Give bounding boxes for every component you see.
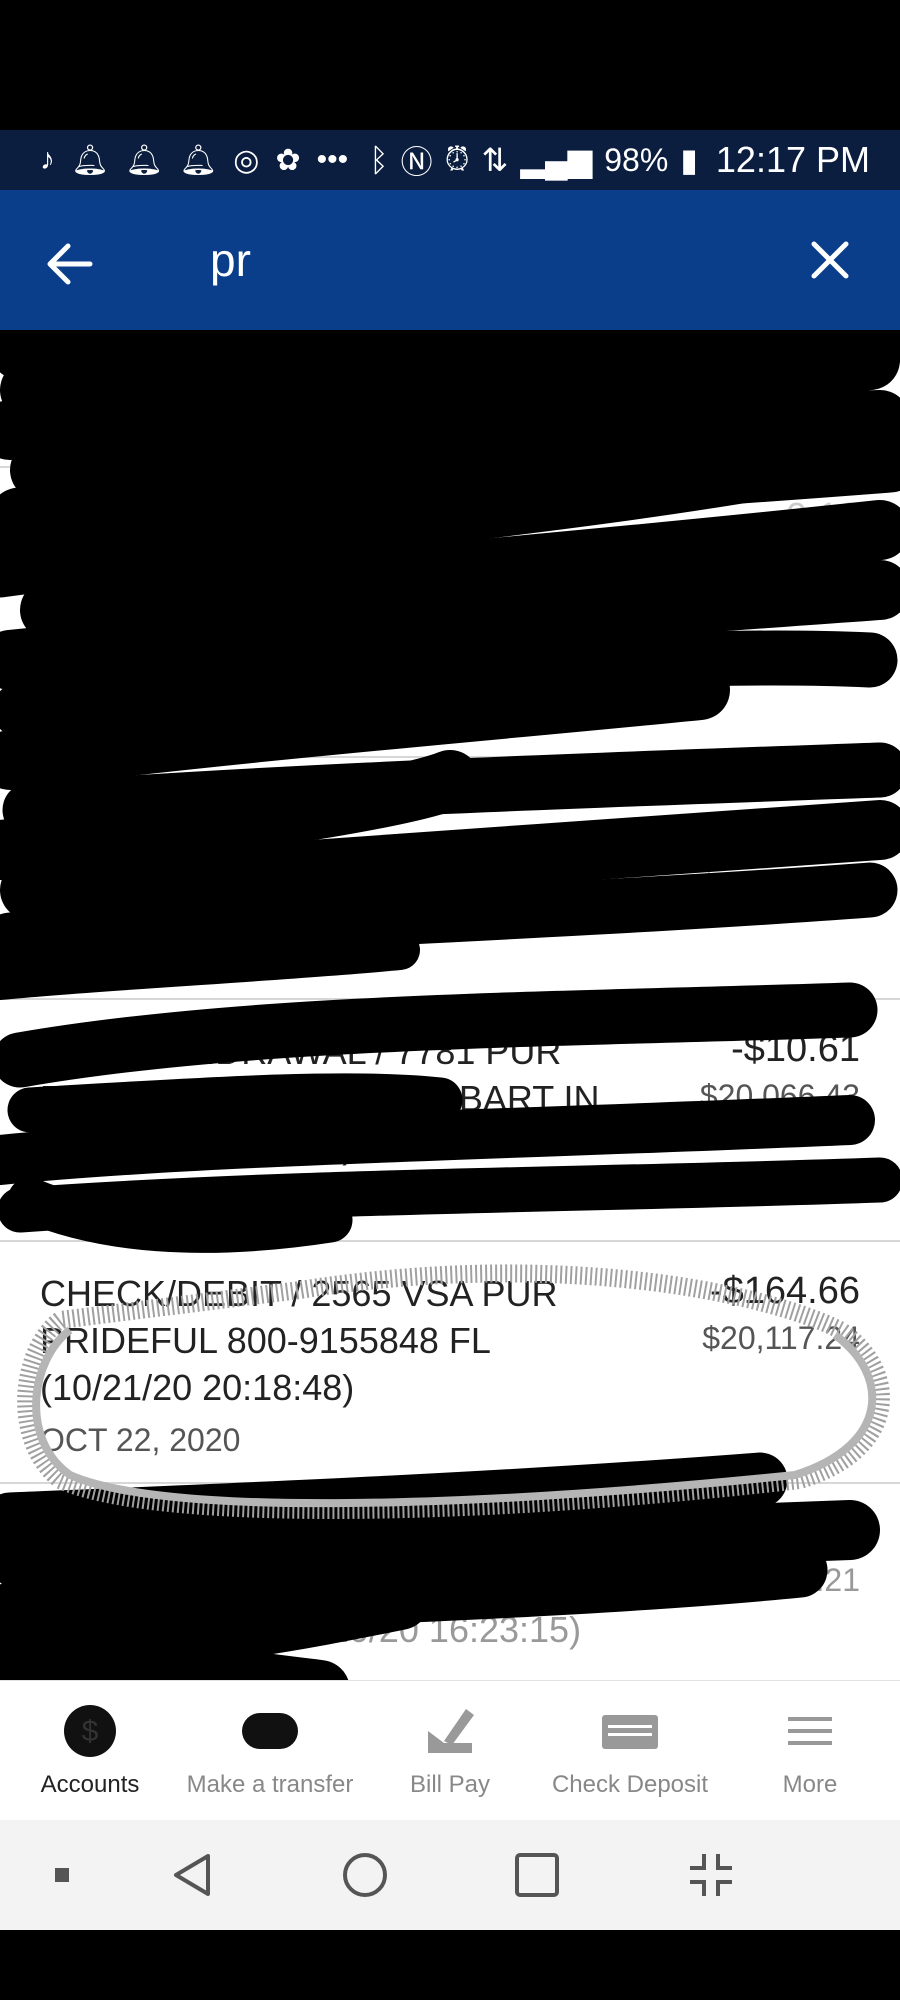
transaction-row-redacted[interactable]: $19,903.59 OCT 26, 2020 (0, 758, 900, 1000)
more-notifications-icon: ••• (316, 143, 349, 176)
transaction-row[interactable]: CHECK/DEBIT / 2565 VSA PUR PRIDEFUL 800-… (0, 1242, 900, 1484)
alarm-icon: ⏰︎ (444, 141, 470, 177)
home-circle-icon[interactable] (340, 1850, 390, 1900)
bluetooth-icon: ᛒ (369, 141, 389, 178)
nav-label: Make a transfer (186, 1771, 354, 1798)
data-transfer-icon: ⇅ (481, 142, 509, 178)
transaction-amount: 0.13 (786, 496, 860, 538)
transaction-amount: 99 (817, 1512, 860, 1554)
transaction-description: CHECK/DEBIT / 2565 VSA PUR PRIDEFUL 800-… (40, 1273, 558, 1408)
transaction-balance: $19,903.59 (699, 866, 860, 902)
back-arrow-icon[interactable] (40, 234, 100, 294)
system-nav-bar (0, 1820, 900, 1930)
nav-bill-pay[interactable]: Bill Pay (360, 1681, 540, 1821)
nav-label: Check Deposit (551, 1771, 709, 1798)
check-deposit-icon (602, 1715, 658, 1749)
dot-icon (55, 1868, 69, 1882)
nav-make-transfer[interactable]: Make a transfer (180, 1681, 360, 1821)
transaction-balance: $20,066.43 (699, 1078, 860, 1114)
transaction-date: OCT 22, 2020 (40, 1422, 241, 1458)
dollar-icon: $ (64, 1705, 116, 1757)
clock: 12:17 PM (715, 139, 870, 180)
transaction-date: OCT 26, 2020 (40, 938, 241, 974)
transaction-amount: -$164.66 (709, 1270, 860, 1312)
transaction-balance: $20,400.21 (699, 1562, 860, 1598)
bottom-nav: $ Accounts Make a transfer Bill Pay Chec… (0, 1680, 900, 1821)
nav-label: Accounts (40, 1771, 140, 1798)
transaction-balance: $20,117.24 (702, 1320, 860, 1356)
recents-square-icon[interactable] (512, 1850, 562, 1900)
notification-bell-icon: 🔔︎ (179, 143, 218, 177)
transaction-row-redacted[interactable]: CHECK/DEBIT / 2565 VSA PUR PRIME VIDEO 2… (0, 1484, 900, 1680)
transaction-description: ATM WITHDRAWAL / 7781 PUR FAMILY EXPRESS… (40, 1031, 600, 1166)
notification-icons: ♪ 🔔︎ 🔔︎ 🔔︎ ◎ ✿ ••• (40, 143, 348, 178)
transaction-amount: -$10.61 (731, 1028, 860, 1070)
transaction-description: CHECK/DEBIT / 2565 VSA PUR PRIME VIDEO 2… (40, 1515, 582, 1650)
battery-percent: 98% (604, 141, 669, 178)
bill-pay-icon (428, 1709, 474, 1753)
flower-icon: ✿ (275, 143, 301, 177)
tiktok-icon: ♪ (40, 143, 55, 176)
transaction-row-redacted[interactable]: 0.13 (0, 468, 900, 758)
status-bar: ♪ 🔔︎ 🔔︎ 🔔︎ ◎ ✿ ••• ᛒ Ⓝ ⏰︎ ⇅ ▂▄▆ 98% ▮ 12… (0, 130, 900, 190)
signal-icon: ▂▄▆ (520, 142, 593, 178)
notification-bell-icon: 🔔︎ (71, 143, 110, 177)
nav-accounts[interactable]: $ Accounts (0, 1681, 180, 1821)
battery-icon: ▮ (680, 142, 698, 178)
nav-label: More (782, 1771, 838, 1798)
chrome-icon: ◎ (233, 143, 260, 177)
nav-check-deposit[interactable]: Check Deposit (540, 1681, 720, 1821)
transaction-row-redacted[interactable]: ATM WITHDRAWAL / 7781 PUR FAMILY EXPRESS… (0, 1000, 900, 1242)
system-indicators: ᛒ Ⓝ ⏰︎ ⇅ ▂▄▆ 98% ▮ 12:17 PM (369, 137, 870, 183)
transaction-date: OCT 26, 2020 (40, 1184, 241, 1220)
close-icon[interactable] (800, 230, 860, 290)
nav-more[interactable]: More (720, 1681, 900, 1821)
nav-label: Bill Pay (409, 1771, 491, 1798)
transaction-list[interactable]: 0.13 $19,903.59 OCT 26, 2020 ATM WITHDRA… (0, 330, 900, 1680)
transfer-icon (242, 1713, 298, 1749)
svg-text:$: $ (82, 1715, 99, 1748)
transaction-row-redacted[interactable] (0, 330, 900, 468)
notification-bell-icon: 🔔︎ (125, 143, 164, 177)
nfc-icon: Ⓝ (400, 144, 433, 180)
menu-icon (788, 1717, 832, 1745)
minimize-icon[interactable] (686, 1850, 736, 1900)
search-input[interactable] (210, 220, 730, 300)
search-app-bar (0, 190, 900, 330)
back-triangle-icon[interactable] (168, 1850, 218, 1900)
